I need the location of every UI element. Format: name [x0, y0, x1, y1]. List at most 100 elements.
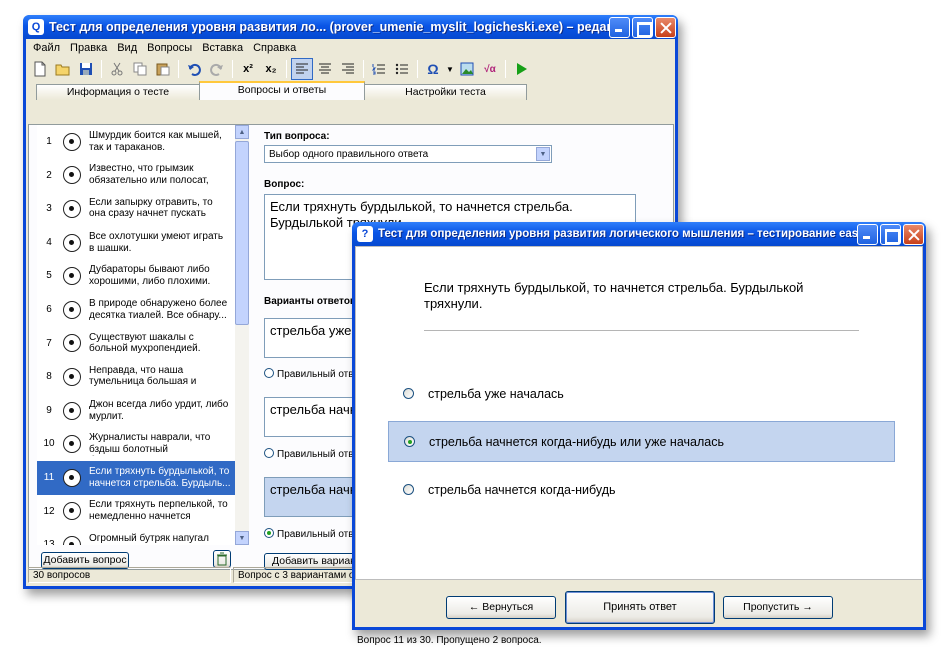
scroll-down-arrow[interactable]: ▼ — [235, 531, 249, 545]
question-list-item[interactable]: 13 Огромный бутряк напугал деревенского с… — [37, 528, 235, 545]
question-list-item[interactable]: 12 Если тряхнуть перпелькой, то немедленн… — [37, 495, 235, 529]
question-list-item[interactable]: 7 Существуют шакалы с больной мухропендие… — [37, 327, 235, 361]
question-number: 7 — [46, 337, 52, 349]
radio-button-checked[interactable] — [404, 436, 415, 447]
open-folder-icon[interactable] — [52, 58, 74, 80]
undo-icon[interactable] — [183, 58, 205, 80]
tab-strip: Информация о тесте Вопросы и ответы Наст… — [26, 81, 675, 100]
chevron-down-icon[interactable]: ▼ — [536, 147, 550, 161]
answer-text: стрельба уже началась — [428, 386, 564, 401]
menu-insert[interactable]: Вставка — [197, 42, 248, 54]
omega-symbol-icon[interactable]: Ω — [422, 58, 444, 80]
bulleted-list-icon[interactable] — [391, 58, 413, 80]
numbered-list-icon[interactable] — [368, 58, 390, 80]
question-divider — [424, 330, 859, 331]
question-preview-text: Огромный бутряк напугал деревенского ста… — [89, 533, 209, 545]
question-list-item[interactable]: 4 Все охлотушки умеют играть в шашки. — [37, 226, 235, 260]
maximize-button[interactable] — [880, 223, 901, 245]
single-choice-icon — [63, 435, 81, 454]
align-left-icon[interactable] — [291, 58, 313, 80]
tab-questions-answers[interactable]: Вопросы и ответы — [199, 81, 365, 100]
question-list-scrollbar[interactable]: ▲ ▼ — [235, 125, 249, 545]
menu-bar: Файл Правка Вид Вопросы Вставка Справка — [26, 39, 675, 57]
radio-button[interactable] — [403, 484, 414, 495]
toolbar-separator — [286, 60, 287, 78]
answer-option-editor-3[interactable]: стрельба начн — [264, 477, 364, 517]
menu-help[interactable]: Справка — [248, 42, 301, 54]
back-button[interactable]: ← Вернуться — [446, 596, 556, 619]
testing-window-title: Тест для определения уровня развития лог… — [378, 228, 857, 240]
delete-question-icon[interactable] — [213, 550, 231, 568]
single-choice-icon — [63, 535, 81, 545]
question-list-item[interactable]: 1 Шмурдик боится как мышей, так и таракан… — [37, 125, 235, 159]
toolbar-separator — [505, 60, 506, 78]
question-preview-text: Существуют шакалы с больной мухропендией… — [89, 331, 201, 355]
question-number: 3 — [46, 203, 52, 215]
align-right-icon[interactable] — [337, 58, 359, 80]
app-icon: Q — [28, 19, 44, 35]
radio-button[interactable] — [264, 448, 274, 458]
align-center-icon[interactable] — [314, 58, 336, 80]
correct-answer-radio-1[interactable]: Правильный ответ — [264, 368, 363, 380]
subscript-icon[interactable]: x₂ — [260, 58, 282, 80]
correct-answer-radio-2[interactable]: Правильный ответ — [264, 448, 363, 460]
minimize-button[interactable] — [609, 16, 630, 38]
question-preview-text: Неправда, что наша тумельница большая и … — [89, 364, 197, 389]
answer-option-selected[interactable]: стрельба начнется когда-нибудь или уже н… — [388, 421, 895, 462]
answer-option-editor-2[interactable]: стрельба начн — [264, 397, 364, 437]
save-icon[interactable] — [75, 58, 97, 80]
new-file-icon[interactable] — [29, 58, 51, 80]
radio-button[interactable] — [403, 388, 414, 399]
correct-answer-radio-3[interactable]: Правильный ответ — [264, 528, 363, 540]
copy-icon[interactable] — [129, 58, 151, 80]
question-list-item[interactable]: 10 Журналисты наврали, что бздыш болотный… — [37, 427, 235, 461]
radio-button-checked[interactable] — [264, 528, 274, 538]
cut-icon[interactable] — [106, 58, 128, 80]
answer-option-editor-1[interactable]: стрельба уже — [264, 318, 364, 358]
question-preview-text: Если запырку отравить, то она сразу начн… — [89, 196, 213, 221]
tab-test-info[interactable]: Информация о тесте — [36, 84, 200, 100]
insert-formula-icon[interactable]: √α — [479, 58, 501, 80]
question-type-label: Тип вопроса: — [264, 131, 330, 142]
question-list[interactable]: 1 Шмурдик боится как мышей, так и таракан… — [37, 125, 235, 545]
question-list-item[interactable]: 9 Джон всегда либо урдит, либо мурлит. — [37, 394, 235, 428]
answer-option[interactable]: стрельба уже началась — [388, 373, 895, 414]
paste-icon[interactable] — [152, 58, 174, 80]
close-button[interactable] — [655, 16, 676, 38]
question-list-item[interactable]: 6 В природе обнаружено более десятка тиал… — [37, 293, 235, 327]
chevron-down-icon[interactable]: ▼ — [445, 58, 455, 80]
question-list-item[interactable]: 2 Известно, что грымзик обязательно или п… — [37, 159, 235, 193]
minimize-button[interactable] — [857, 223, 878, 245]
question-number: 13 — [43, 539, 55, 545]
menu-file[interactable]: Файл — [28, 42, 65, 54]
answer-option[interactable]: стрельба начнется когда-нибудь — [388, 469, 895, 510]
close-button[interactable] — [903, 223, 924, 245]
maximize-button[interactable] — [632, 16, 653, 38]
question-type-select[interactable]: Выбор одного правильного ответа ▼ — [264, 145, 552, 163]
single-choice-icon — [63, 468, 81, 487]
question-preview-text: Шмурдик боится как мышей, так и таракано… — [89, 130, 222, 153]
radio-button[interactable] — [264, 368, 274, 378]
menu-view[interactable]: Вид — [112, 42, 142, 54]
redo-icon[interactable] — [206, 58, 228, 80]
scroll-thumb[interactable] — [235, 141, 249, 325]
toolbar-separator — [178, 60, 179, 78]
insert-image-icon[interactable] — [456, 58, 478, 80]
menu-edit[interactable]: Правка — [65, 42, 112, 54]
question-list-item[interactable]: 5 Дубараторы бывают либо хорошими, либо п… — [37, 259, 235, 293]
tab-test-settings[interactable]: Настройки теста — [364, 84, 527, 100]
accept-answer-button[interactable]: Принять ответ — [565, 591, 715, 624]
question-list-item[interactable]: 8 Неправда, что наша тумельница большая и… — [37, 360, 235, 394]
question-list-item[interactable]: 3 Если запырку отравить, то она сразу нач… — [37, 192, 235, 226]
superscript-icon[interactable]: x² — [237, 58, 259, 80]
skip-button[interactable]: Пропустить → — [723, 596, 833, 619]
toolbar-separator — [101, 60, 102, 78]
toolbar: x² x₂ Ω ▼ √α — [26, 57, 675, 81]
play-test-icon[interactable] — [510, 58, 532, 80]
menu-questions[interactable]: Вопросы — [142, 42, 197, 54]
single-choice-icon — [63, 334, 81, 353]
question-list-item-selected[interactable]: 11 Если тряхнуть бурдылькой, то начнется … — [37, 460, 235, 495]
testing-title-bar[interactable]: ? Тест для определения уровня развития л… — [352, 222, 926, 246]
scroll-up-arrow[interactable]: ▲ — [235, 125, 249, 139]
editor-title-bar[interactable]: Q Тест для определения уровня развития л… — [23, 15, 678, 39]
